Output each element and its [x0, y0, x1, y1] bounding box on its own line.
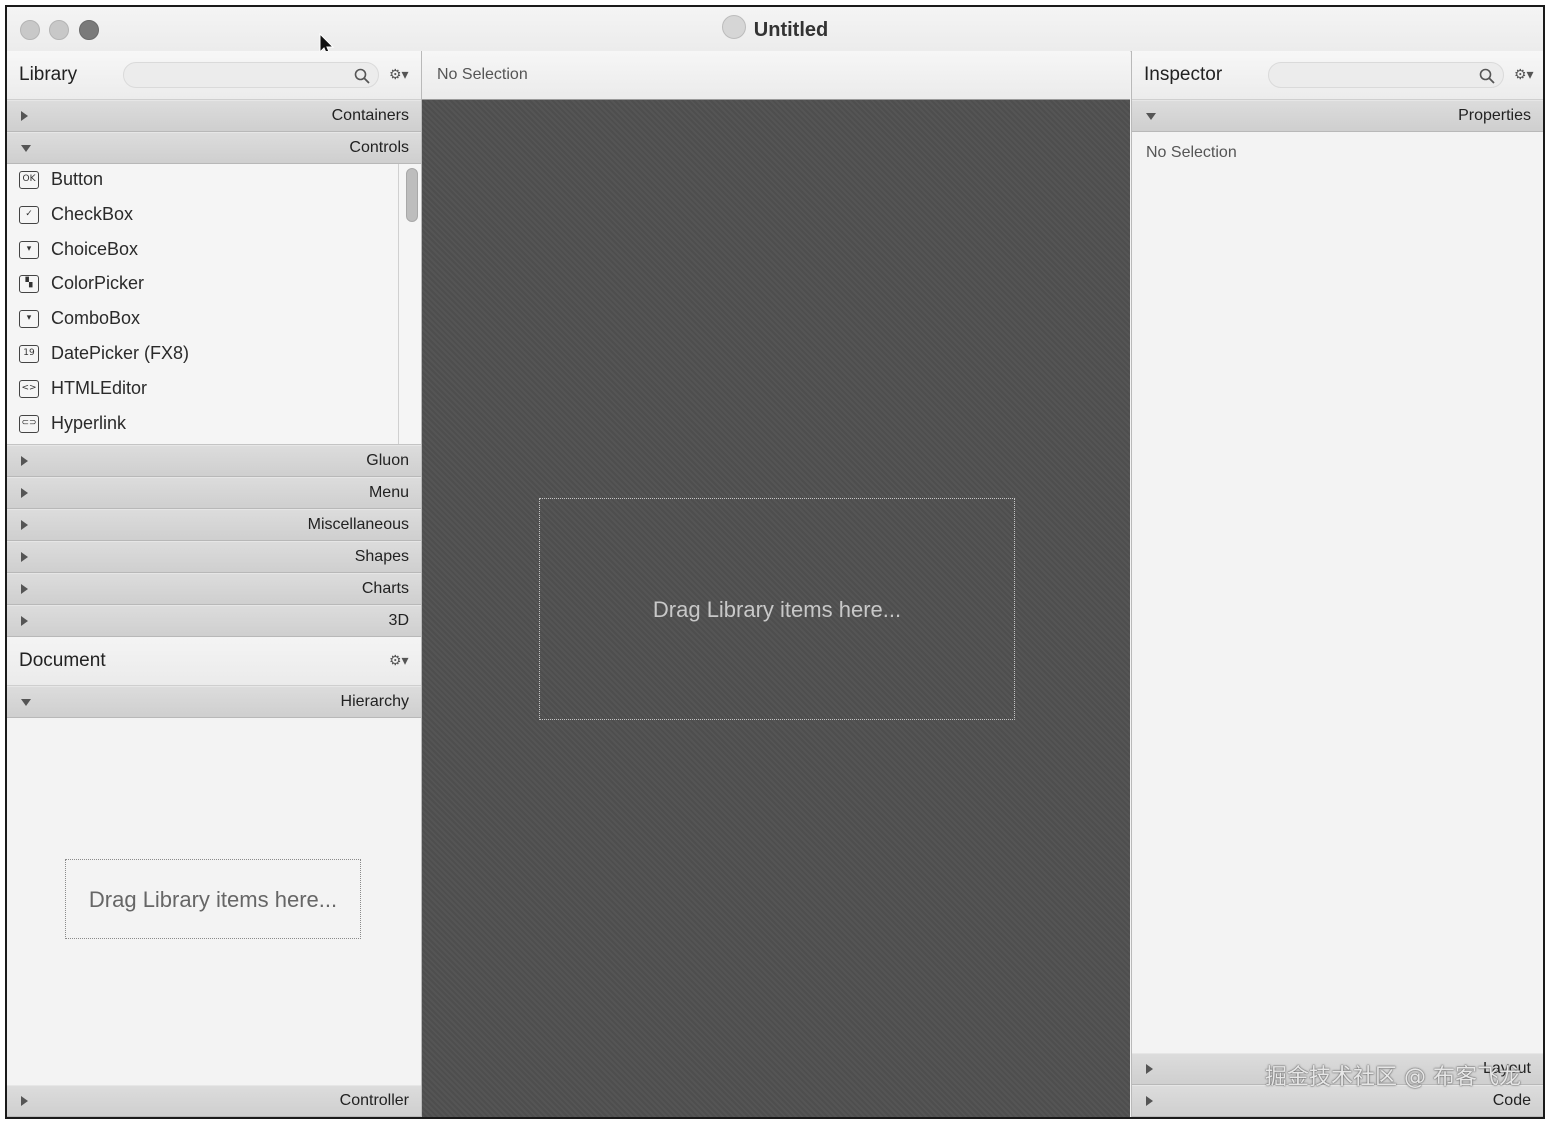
list-item-label: ComboBox	[51, 308, 141, 328]
section-label: Miscellaneous	[307, 516, 409, 533]
list-item-checkbox[interactable]: ✓ CheckBox	[7, 199, 397, 233]
section-label: Menu	[368, 484, 409, 501]
html-editor-icon: <>	[19, 380, 39, 398]
inspector-panel: Inspector ⚙▾ Properties No Selection Lay…	[1131, 51, 1543, 1117]
section-label: Shapes	[354, 548, 409, 565]
checkbox-icon: ✓	[19, 206, 39, 224]
canvas-drop-zone[interactable]: Drag Library items here...	[539, 498, 1015, 720]
section-label: Hierarchy	[340, 693, 409, 710]
selection-status: No Selection	[437, 66, 528, 83]
section-3d[interactable]: 3D	[7, 605, 421, 637]
library-title: Library	[19, 64, 78, 85]
hierarchy-panel: Drag Library items here...	[7, 718, 421, 1082]
list-item-htmleditor[interactable]: <> HTMLEditor	[7, 373, 397, 407]
disclosure-right-icon	[21, 456, 28, 466]
section-label: Charts	[361, 580, 409, 597]
window-title-text: Untitled	[753, 19, 829, 41]
calendar-icon: 19	[19, 345, 39, 363]
search-icon	[1479, 68, 1495, 84]
section-controller[interactable]: Controller	[7, 1085, 421, 1117]
left-panel: Library ⚙▾ Containers Controls OK Button…	[7, 51, 422, 1117]
scrollbar-thumb[interactable]	[406, 168, 418, 222]
library-gear-menu-icon[interactable]: ⚙▾	[389, 66, 409, 83]
section-properties[interactable]: Properties	[1132, 100, 1543, 132]
selection-bar: No Selection	[422, 51, 1130, 100]
section-charts[interactable]: Charts	[7, 573, 421, 605]
scroll-divider	[398, 164, 399, 444]
watermark-text: 掘金技术社区 @ 布客飞龙	[1265, 1065, 1521, 1090]
section-hierarchy[interactable]: Hierarchy	[7, 686, 421, 718]
document-header: Document ⚙▾	[7, 637, 421, 686]
list-item-label: HTMLEditor	[51, 378, 148, 398]
link-icon: ⊂⊃	[19, 415, 39, 433]
list-item-label: CheckBox	[51, 204, 134, 224]
search-icon	[354, 68, 370, 84]
inspector-title: Inspector	[1144, 64, 1223, 85]
section-containers[interactable]: Containers	[7, 100, 421, 132]
list-item-hyperlink[interactable]: ⊂⊃ Hyperlink	[7, 408, 397, 442]
section-label: Controller	[339, 1092, 409, 1109]
document-gear-menu-icon[interactable]: ⚙▾	[389, 652, 409, 669]
ok-button-icon: OK	[19, 171, 39, 189]
list-item-combobox[interactable]: ▾ ComboBox	[7, 303, 397, 337]
disclosure-right-icon	[21, 1096, 28, 1106]
section-shapes[interactable]: Shapes	[7, 541, 421, 573]
inspector-gear-menu-icon[interactable]: ⚙▾	[1514, 66, 1534, 83]
inspector-search-input[interactable]	[1268, 62, 1504, 88]
choicebox-icon: ▾	[19, 241, 39, 259]
inspector-header: Inspector ⚙▾	[1132, 51, 1543, 100]
disclosure-right-icon	[1146, 1096, 1153, 1106]
disclosure-right-icon	[21, 552, 28, 562]
controls-list: OK Button ✓ CheckBox ▾ ChoiceBox ▚ Color…	[7, 164, 421, 445]
section-label: Code	[1492, 1092, 1531, 1109]
disclosure-right-icon	[21, 616, 28, 626]
library-search-input[interactable]	[123, 62, 379, 88]
section-gluon[interactable]: Gluon	[7, 445, 421, 477]
section-label: Containers	[331, 107, 409, 124]
content-canvas: No Selection Drag Library items here...	[422, 51, 1130, 1117]
section-controls[interactable]: Controls	[7, 132, 421, 164]
section-label: Controls	[349, 139, 409, 156]
list-item-choicebox[interactable]: ▾ ChoiceBox	[7, 234, 397, 268]
disclosure-down-icon	[1146, 113, 1156, 120]
list-item-label: Hyperlink	[51, 413, 127, 433]
title-bar: Untitled	[7, 7, 1543, 56]
list-item-label: Button	[51, 169, 104, 189]
section-miscellaneous[interactable]: Miscellaneous	[7, 509, 421, 541]
disclosure-right-icon	[1146, 1064, 1153, 1074]
section-menu[interactable]: Menu	[7, 477, 421, 509]
document-icon	[721, 15, 746, 39]
window-title: Untitled	[7, 15, 1543, 42]
disclosure-right-icon	[21, 111, 28, 121]
disclosure-down-icon	[21, 699, 31, 706]
disclosure-down-icon	[21, 145, 31, 152]
list-item-datepicker[interactable]: 19 DatePicker (FX8)	[7, 338, 397, 372]
disclosure-right-icon	[21, 584, 28, 594]
section-label: Gluon	[366, 452, 409, 469]
combobox-icon: ▾	[19, 310, 39, 328]
section-label: Properties	[1458, 107, 1531, 124]
app-window: Untitled Library ⚙▾ Containers Controls …	[5, 5, 1545, 1119]
properties-content: No Selection	[1132, 132, 1543, 1052]
disclosure-right-icon	[21, 488, 28, 498]
list-item-button[interactable]: OK Button	[7, 164, 397, 198]
document-title: Document	[19, 650, 106, 671]
list-item-label: ChoiceBox	[51, 239, 139, 259]
list-item-label: ColorPicker	[51, 273, 145, 293]
library-header: Library ⚙▾	[7, 51, 421, 100]
inspector-selection-status: No Selection	[1146, 144, 1237, 161]
section-label: 3D	[388, 612, 409, 629]
hierarchy-drop-zone[interactable]: Drag Library items here...	[65, 859, 361, 939]
disclosure-right-icon	[21, 520, 28, 530]
list-item-colorpicker[interactable]: ▚ ColorPicker	[7, 268, 397, 302]
list-item-label: DatePicker (FX8)	[51, 343, 190, 363]
colorpicker-icon: ▚	[19, 275, 39, 293]
